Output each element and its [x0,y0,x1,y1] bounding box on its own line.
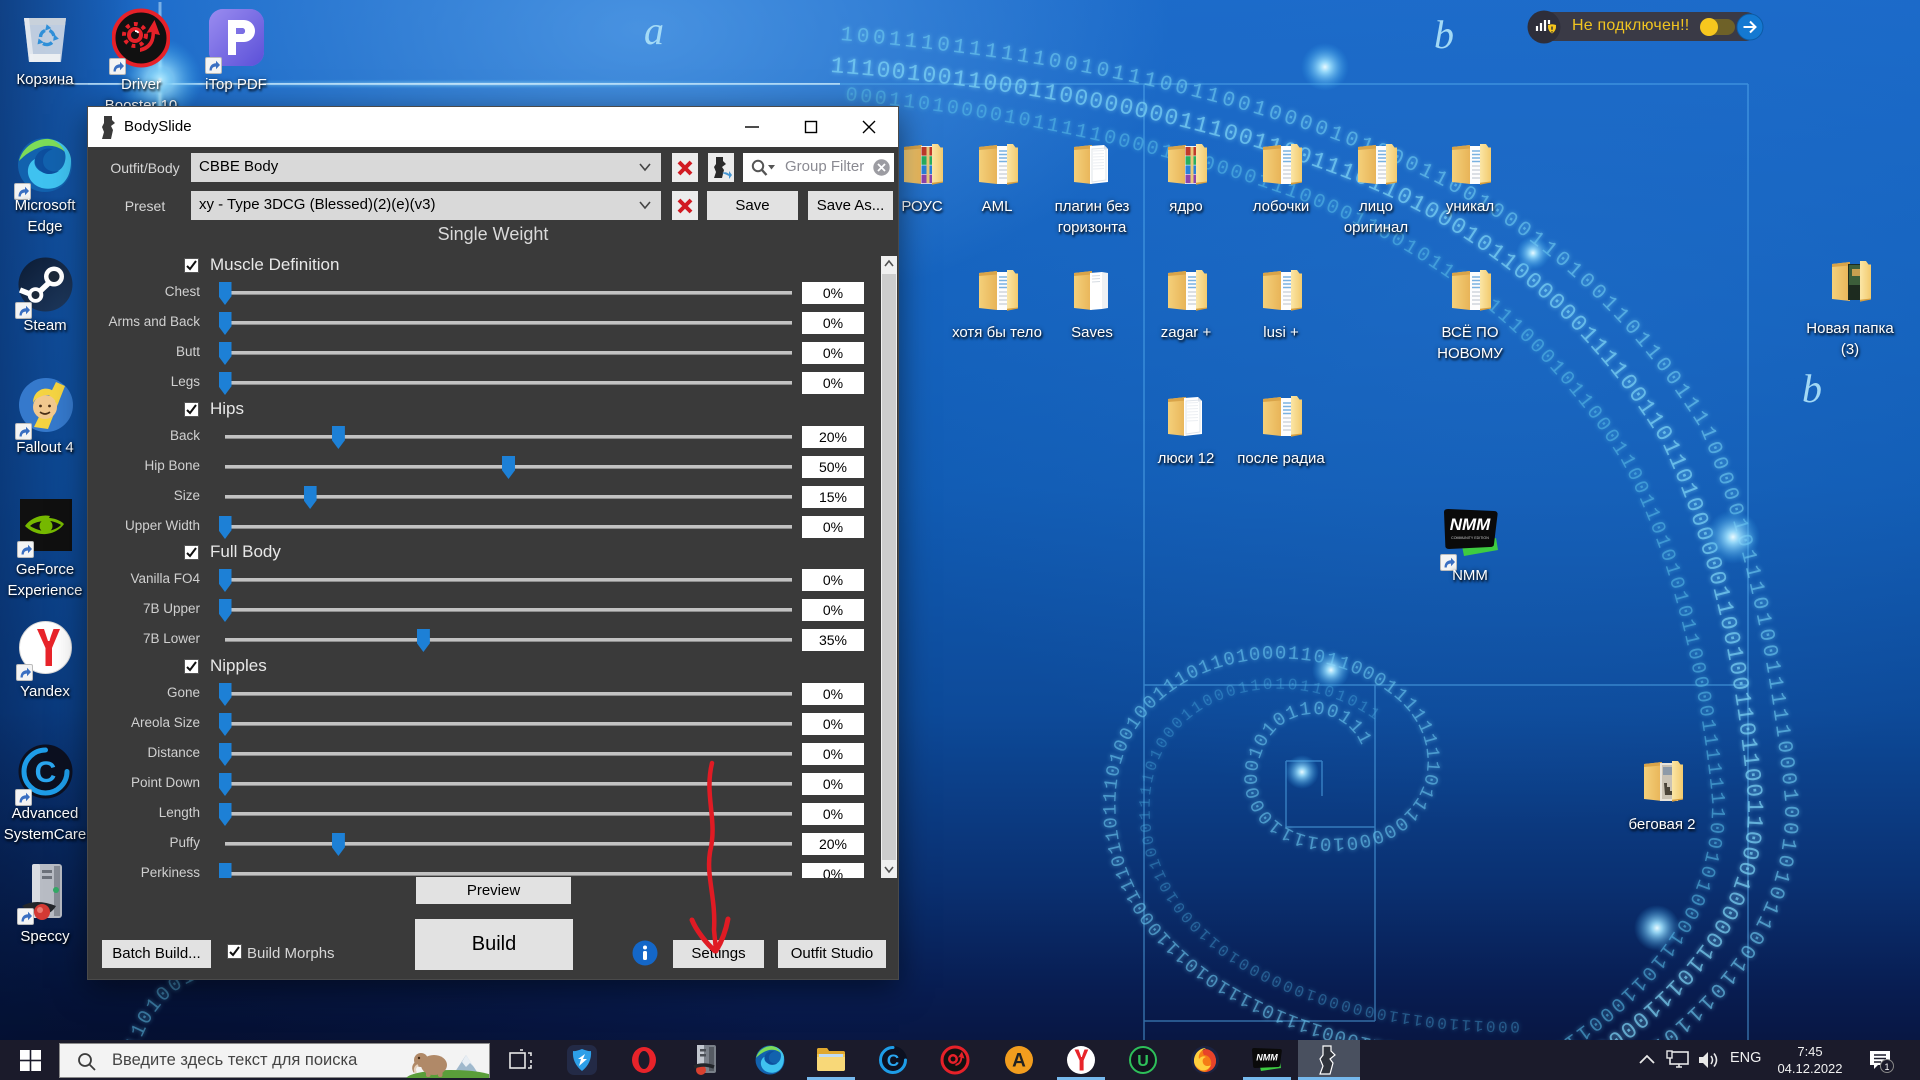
svg-text:NMM: NMM [1450,515,1491,534]
svg-text:a: a [644,8,664,53]
svg-text:COMMUNITY EDITION: COMMUNITY EDITION [1451,536,1489,540]
svg-text:A: A [1012,1051,1026,1072]
svg-text:C: C [887,1051,899,1070]
svg-text:U: U [1137,1053,1149,1070]
svg-text:b: b [1434,12,1454,57]
svg-text:1: 1 [1884,1062,1889,1072]
svg-text:b: b [1802,366,1822,411]
svg-text:C: C [35,756,57,789]
svg-text:NMM: NMM [1256,1053,1278,1063]
